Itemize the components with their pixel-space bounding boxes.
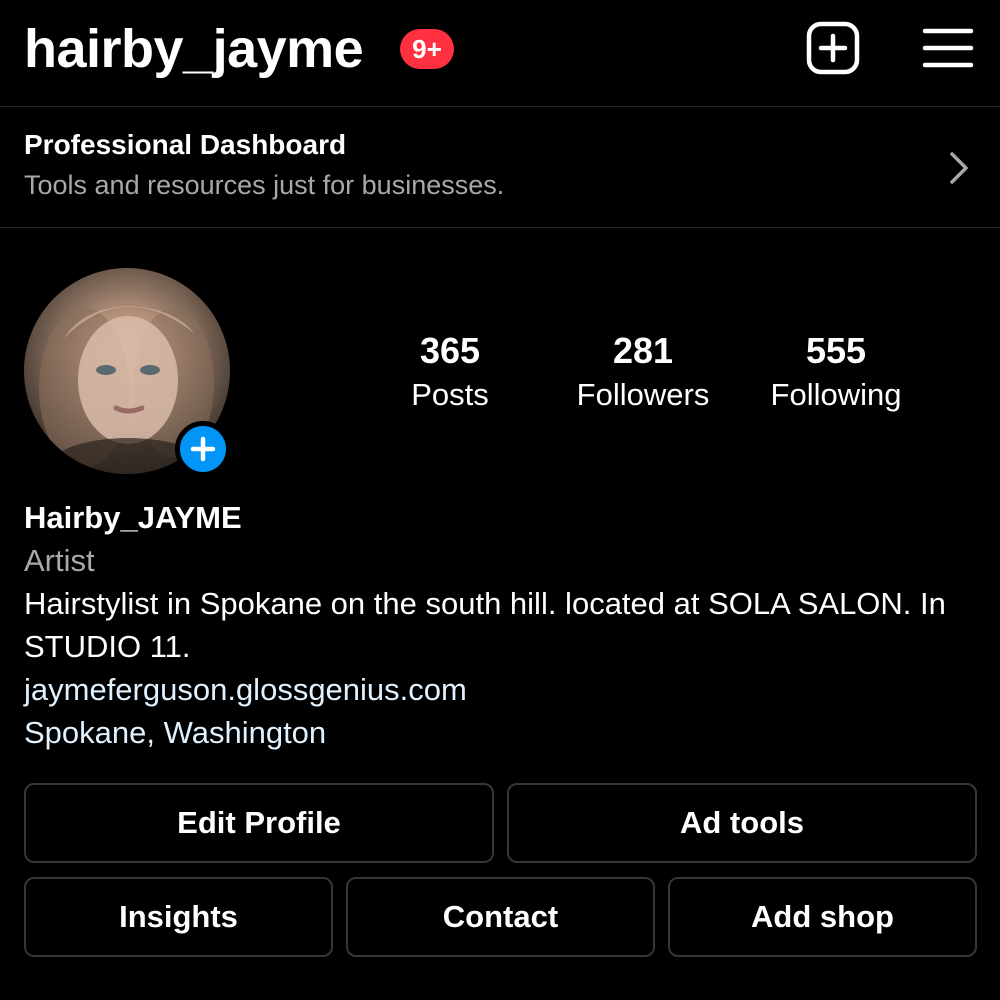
following-count: 555	[805, 330, 867, 371]
website-link[interactable]: jaymeferguson.glossgenius.com	[24, 668, 974, 711]
professional-dashboard-row[interactable]: Professional Dashboard Tools and resourc…	[0, 108, 1000, 228]
plus-circle-icon	[190, 436, 216, 462]
followers-label: Followers	[576, 377, 710, 412]
dashboard-subtitle: Tools and resources just for businesses.	[24, 170, 505, 200]
insights-button[interactable]: Insights	[24, 877, 333, 957]
add-story-button[interactable]	[175, 421, 231, 477]
dashboard-title: Professional Dashboard	[24, 129, 347, 160]
bio-text: Hairstylist in Spokane on the south hill…	[24, 586, 946, 664]
location-link[interactable]: Spokane, Washington	[24, 711, 974, 754]
edit-profile-button[interactable]: Edit Profile	[24, 783, 494, 863]
notification-badge[interactable]: 9+	[400, 29, 454, 69]
hamburger-menu-icon[interactable]	[922, 26, 974, 70]
stat-followers[interactable]: 281 Followers	[556, 328, 730, 416]
posts-count: 365	[419, 330, 481, 371]
stat-posts[interactable]: 365 Posts	[380, 328, 520, 416]
top-bar: hairby_jayme 9+	[0, 0, 1000, 107]
chevron-right-icon	[944, 150, 972, 186]
display-name: Hairby_JAYME	[24, 500, 242, 535]
profile-bio: Hairby_JAYME Artist Hairstylist in Spoka…	[24, 496, 974, 754]
contact-button[interactable]: Contact	[346, 877, 655, 957]
following-label: Following	[770, 377, 902, 412]
add-shop-button[interactable]: Add shop	[668, 877, 977, 957]
stat-following[interactable]: 555 Following	[750, 328, 922, 416]
ad-tools-button[interactable]: Ad tools	[507, 783, 977, 863]
avatar-container[interactable]	[24, 268, 234, 478]
posts-label: Posts	[411, 377, 489, 412]
category-label: Artist	[24, 543, 95, 578]
plus-square-icon[interactable]	[806, 21, 860, 75]
followers-count: 281	[612, 330, 674, 371]
username-header[interactable]: hairby_jayme	[24, 16, 364, 82]
